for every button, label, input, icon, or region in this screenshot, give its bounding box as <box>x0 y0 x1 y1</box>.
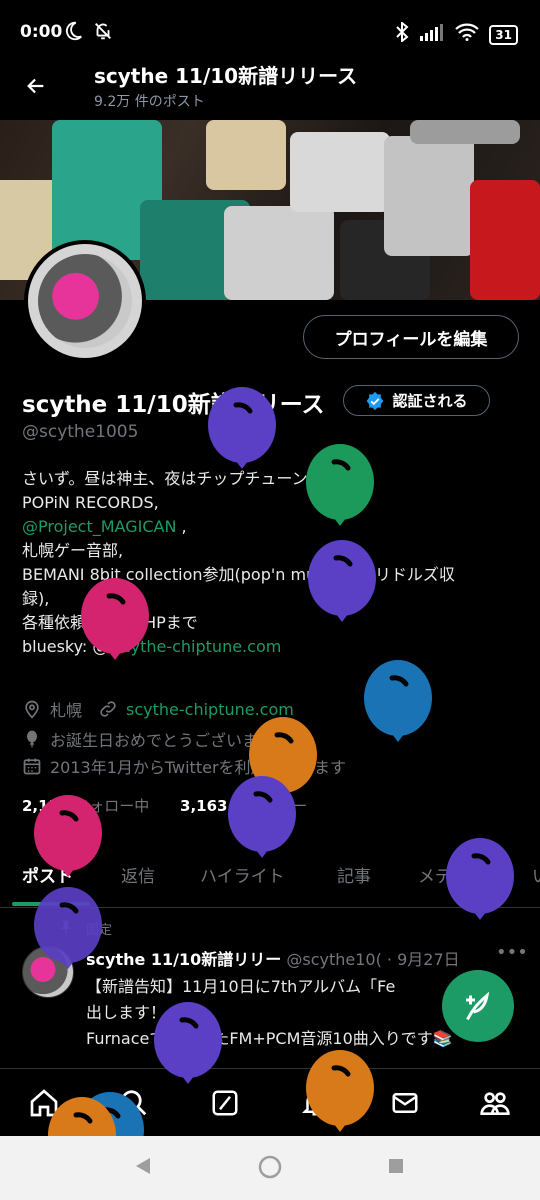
avatar-image <box>38 254 132 348</box>
verified-button[interactable]: 認証される <box>343 385 490 416</box>
profile-avatar[interactable] <box>24 240 146 362</box>
bio-line: POPiN RECORDS, <box>22 493 159 512</box>
bio-line: 札幌ゲー音部, <box>22 541 124 560</box>
nav-communities[interactable] <box>477 1085 513 1121</box>
wifi-icon <box>455 23 480 46</box>
link-icon <box>100 701 116 717</box>
bottom-navigation <box>0 1068 540 1136</box>
bell-icon <box>301 1093 329 1116</box>
following-label: フォロー中 <box>74 797 150 815</box>
joined-text: 2013年1月からTwitterを利用しています <box>50 758 347 777</box>
bio-line: 録), <box>22 589 50 608</box>
nav-home[interactable] <box>26 1085 62 1121</box>
post-count: 9.2万 件のポスト <box>94 94 205 110</box>
arrow-left-icon <box>27 78 44 94</box>
tab-posts[interactable]: ポスト <box>22 862 73 887</box>
system-home-button[interactable] <box>258 1155 282 1183</box>
bluetooth-icon <box>395 20 409 47</box>
pin-icon <box>58 920 74 940</box>
nav-notifications[interactable] <box>297 1085 333 1121</box>
pinned-label: 固定 <box>86 923 113 938</box>
bio-text: bluesky: @ <box>22 637 114 656</box>
tab-replies[interactable]: 返信 <box>121 862 155 887</box>
bio-line: さいず。昼は神主、夜はチップチューン。 <box>22 469 323 488</box>
status-left-icons <box>62 20 114 47</box>
verified-label: 認証される <box>392 392 468 410</box>
tab-likes[interactable]: い <box>532 862 540 887</box>
back-button[interactable] <box>18 68 54 104</box>
system-back-button[interactable] <box>134 1156 152 1180</box>
website-link[interactable]: scythe-chiptune.com <box>126 700 294 719</box>
grok-icon <box>212 1090 238 1116</box>
tab-media[interactable]: メディア <box>418 862 485 887</box>
bio-url-link[interactable]: scythe-chiptune.com <box>113 637 281 656</box>
following-count: 2,151 <box>22 797 70 815</box>
compose-feather-icon <box>466 991 490 1021</box>
bio-line: @Project_MAGICAN , <box>22 515 522 539</box>
followers-link[interactable]: 3,163 フォロワー <box>180 797 307 815</box>
profile-tabs: ポスト 返信 ハイライト 記事 メディア い <box>0 850 540 908</box>
search-icon <box>121 1090 147 1116</box>
status-bar: 0:00 31 <box>0 0 540 64</box>
mail-icon <box>392 1093 418 1113</box>
status-right-icons: 31 <box>395 20 518 47</box>
system-navigation-bar <box>0 1136 540 1200</box>
bio-mention-link[interactable]: @Project_MAGICAN <box>22 517 176 536</box>
bell-off-icon <box>92 20 114 47</box>
follow-stats: 2,151 フォロー中 3,163 フォロワー <box>22 795 307 816</box>
bio-text: , <box>176 517 187 536</box>
location-text: 札幌 <box>50 701 83 720</box>
calendar-icon <box>23 758 41 775</box>
followers-label: フォロワー <box>232 797 308 815</box>
header-title: scythe 11/10新譜リリース <box>94 64 358 88</box>
balloon-icon <box>27 730 37 748</box>
birthday-text: お誕生日おめでとうございます。 <box>50 731 289 750</box>
system-recents-button[interactable] <box>388 1158 404 1178</box>
verified-badge-icon <box>367 391 384 410</box>
profile-meta-birthday: お誕生日おめでとうございます。 <box>22 727 288 751</box>
tweet-more-button[interactable]: ••• <box>496 942 528 963</box>
nav-search[interactable] <box>116 1085 152 1121</box>
followers-count: 3,163 <box>180 797 228 815</box>
profile-bio: さいず。昼は神主、夜はチップチューン。 POPiN RECORDS, @Proj… <box>22 467 522 659</box>
balloon <box>228 776 296 858</box>
nav-grok[interactable] <box>207 1085 243 1121</box>
moon-icon <box>62 20 84 47</box>
location-pin-icon <box>25 700 39 719</box>
balloon <box>364 660 432 742</box>
compose-post-button[interactable] <box>442 970 514 1042</box>
square-recents-icon <box>389 1159 403 1173</box>
profile-handle: @scythe1005 <box>22 422 139 442</box>
profile-top-bar: scythe 11/10新譜リリース 9.2万 件のポスト <box>0 56 540 120</box>
bio-line: BEMANI 8bit collection参加(pop'n music 解明リ… <box>22 565 455 584</box>
tweet-header: scythe 11/10新譜リリー @scythe10( · 9月27日 <box>86 946 460 970</box>
bio-line: 各種依頼はDMかHPまで <box>22 613 198 632</box>
following-link[interactable]: 2,151 フォロー中 <box>22 797 149 815</box>
tweet-handle-date: @scythe10( · 9月27日 <box>286 950 460 969</box>
profile-meta-location: 札幌 scythe-chiptune.com <box>22 697 294 721</box>
circle-home-icon <box>258 1155 282 1179</box>
edit-profile-button[interactable]: プロフィールを編集 <box>303 315 519 359</box>
signal-icon <box>419 23 445 46</box>
tab-highlights[interactable]: ハイライト <box>200 862 285 887</box>
profile-meta-joined: 2013年1月からTwitterを利用しています <box>22 754 346 778</box>
home-icon <box>30 1089 58 1117</box>
battery-indicator: 31 <box>489 24 518 45</box>
tweet-avatar[interactable] <box>22 946 74 998</box>
active-tab-indicator <box>12 902 90 906</box>
tab-articles[interactable]: 記事 <box>337 862 371 887</box>
tweet-author-name[interactable]: scythe 11/10新譜リリー <box>86 950 281 969</box>
bio-line: bluesky: @ scythe-chiptune.com <box>22 635 522 659</box>
nav-messages[interactable] <box>387 1085 423 1121</box>
display-name: scythe 11/10新譜リリース <box>22 392 325 418</box>
status-time: 0:00 <box>20 22 63 42</box>
triangle-back-icon <box>136 1158 150 1174</box>
people-icon <box>480 1092 510 1115</box>
